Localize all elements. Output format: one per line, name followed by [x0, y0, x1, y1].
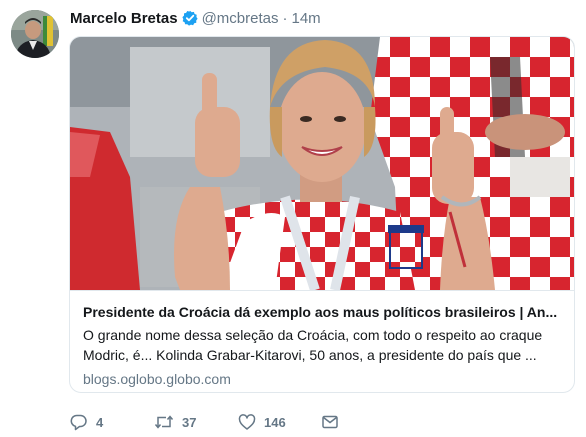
like-count: 146: [264, 414, 286, 430]
verified-badge-icon: [181, 10, 198, 26]
envelope-icon: [322, 415, 338, 429]
card-url[interactable]: blogs.oglobo.globo.com: [83, 370, 562, 388]
reply-button[interactable]: 4: [70, 413, 154, 431]
retweet-count: 37: [182, 414, 197, 430]
card-description: O grande nome dessa seleção da Croácia, …: [83, 327, 543, 363]
retweet-icon: [154, 415, 174, 429]
direct-message-button[interactable]: [321, 413, 339, 431]
like-button[interactable]: 146: [238, 413, 321, 431]
user-handle[interactable]: @mcbretas: [202, 10, 279, 27]
separator-dot: ·: [282, 9, 288, 27]
reply-icon: [70, 414, 87, 431]
retweet-button[interactable]: 37: [154, 413, 238, 431]
heart-icon: [238, 414, 256, 430]
link-preview-card[interactable]: Presidente da Croácia dá exemplo aos mau…: [69, 36, 575, 393]
tweet-header: Marcelo Bretas @mcbretas · 14m: [70, 8, 321, 28]
card-title[interactable]: Presidente da Croácia dá exemplo aos mau…: [83, 303, 562, 321]
reply-count: 4: [96, 414, 104, 430]
tweet-actions: 4 37 146: [70, 412, 339, 432]
card-text[interactable]: Presidente da Croácia dá exemplo aos mau…: [70, 290, 574, 392]
avatar-photo: [11, 10, 59, 58]
article-photo[interactable]: [70, 37, 574, 290]
tweet-timestamp[interactable]: 14m: [291, 10, 320, 27]
user-avatar[interactable]: [11, 10, 59, 58]
display-name[interactable]: Marcelo Bretas: [70, 10, 178, 27]
